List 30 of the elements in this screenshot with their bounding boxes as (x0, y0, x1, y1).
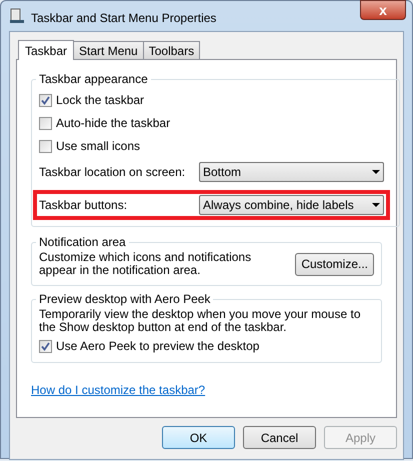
checkbox-label: Auto-hide the taskbar (56, 115, 170, 132)
checkbox-label: Use small icons (56, 138, 140, 155)
tab[interactable]: Start Menu (73, 41, 144, 59)
checkbox[interactable] (39, 116, 52, 130)
group-title: Taskbar appearance (38, 71, 149, 88)
notification-text: Customize which icons and notifications appear in the notification area. (39, 251, 252, 277)
group-title: Notification area (38, 234, 127, 251)
checkmark-icon (41, 96, 50, 104)
dropdown[interactable]: Always combine, hide labels (199, 195, 384, 215)
checkbox[interactable] (39, 94, 52, 106)
dropdown-label: Taskbar location on screen: (39, 164, 186, 181)
dialog-button[interactable]: OK (162, 426, 235, 449)
dropdown-arrow-icon (372, 203, 380, 207)
tab[interactable]: Toolbars (142, 41, 200, 59)
customize-button[interactable]: Customize... (295, 252, 374, 276)
checkbox-label: Lock the taskbar (56, 92, 144, 109)
help-link[interactable]: How do I customize the taskbar? (31, 381, 206, 399)
dialog-button[interactable]: Cancel (243, 426, 316, 449)
checkbox[interactable] (39, 140, 52, 152)
checkmark-icon (41, 342, 50, 350)
taskbar-icon (9, 8, 25, 24)
dropdown-label: Taskbar buttons: (39, 197, 128, 214)
checkbox[interactable] (39, 340, 52, 352)
group-title: Preview desktop with Aero Peek (38, 291, 212, 308)
tab[interactable]: Taskbar (18, 40, 74, 60)
window-title: Taskbar and Start Menu Properties (31, 10, 216, 27)
dropdown-arrow-icon (372, 170, 380, 174)
dropdown[interactable]: Bottom (199, 162, 384, 182)
aero-peek-text: Temporarily view the desktop when you move your mouse to the Show desktop button at end of the taskbar. (39, 308, 362, 334)
checkbox-label: Use Aero Peek to preview the desktop (56, 338, 260, 355)
